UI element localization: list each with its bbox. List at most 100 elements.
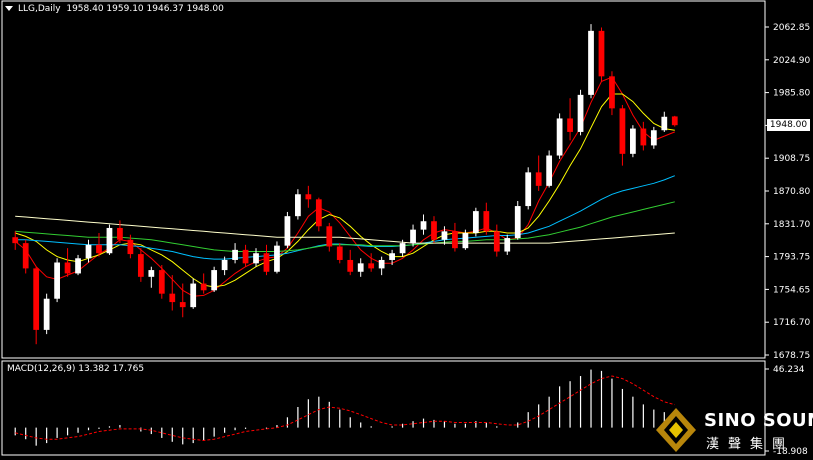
- candle-body: [525, 172, 532, 207]
- macd-signal-line: [15, 375, 675, 442]
- price-tick-label: 2024.90: [773, 56, 810, 66]
- candle-body: [158, 270, 165, 294]
- candle-body: [441, 231, 448, 240]
- candle: [546, 150, 553, 188]
- candle: [54, 258, 60, 303]
- candle-body: [650, 130, 657, 146]
- candle: [75, 254, 81, 276]
- candle: [609, 71, 615, 116]
- candle-body: [420, 221, 427, 230]
- candle: [96, 233, 102, 257]
- candle: [504, 234, 511, 255]
- candle-body: [221, 259, 228, 271]
- candle: [472, 207, 479, 237]
- candle-body: [378, 259, 385, 269]
- macd-header: MACD(12,26,9) 13.382 17.765: [7, 364, 145, 374]
- candle: [483, 202, 490, 235]
- candle-body: [640, 128, 647, 146]
- chart-menu-arrow-icon[interactable]: [5, 6, 13, 11]
- price-tick-label: 1716.70: [773, 318, 810, 328]
- candle-body: [452, 231, 458, 249]
- candle-body: [399, 243, 406, 254]
- candle: [431, 216, 437, 244]
- candle-body: [609, 76, 615, 109]
- candle-body: [546, 155, 553, 186]
- candle: [295, 189, 301, 220]
- candle: [326, 222, 333, 252]
- price-tick-label: 1908.75: [773, 154, 810, 164]
- candle-body: [347, 259, 354, 272]
- main-panel-border: [1, 0, 766, 359]
- candle-body: [462, 233, 469, 249]
- candle-body: [43, 298, 50, 330]
- candle-body: [12, 237, 19, 244]
- moving-average-line: [15, 175, 675, 260]
- candle: [514, 201, 521, 240]
- candle: [556, 113, 563, 159]
- candle: [33, 266, 40, 345]
- candle-body: [567, 118, 573, 132]
- candle: [22, 239, 29, 274]
- candle: [535, 155, 542, 191]
- candle-body: [117, 227, 123, 240]
- price-tick-label: 2062.85: [773, 23, 810, 33]
- candle: [671, 115, 678, 127]
- moving-average-line: [15, 93, 675, 288]
- candle: [284, 211, 291, 249]
- candle: [232, 243, 238, 264]
- candle-body: [22, 243, 29, 269]
- candle: [378, 256, 385, 276]
- candle-body: [315, 199, 322, 227]
- candle-body: [137, 254, 144, 277]
- candle-body: [263, 253, 270, 272]
- candle-body: [200, 283, 207, 291]
- chart-frame: 2062.85 2024.90 1985.80 1908.75 1870.80 1831.…: [1, 0, 810, 457]
- candle: [169, 275, 176, 311]
- candle-body: [535, 172, 542, 186]
- moving-average-layer: [14, 76, 675, 297]
- candle-body: [33, 268, 40, 330]
- candle-body: [75, 258, 81, 274]
- price-tick-label: 1754.65: [773, 285, 810, 295]
- candlestick-series: [12, 24, 678, 345]
- candle-body: [472, 211, 479, 234]
- candle-body: [493, 231, 500, 252]
- candle: [137, 248, 144, 282]
- candle-body: [410, 229, 416, 244]
- price-tick-label: 1870.80: [773, 187, 810, 197]
- candle: [315, 197, 322, 232]
- candle-body: [431, 221, 437, 240]
- candle: [567, 98, 573, 141]
- price-axis: 2062.85 2024.90 1985.80 1908.75 1870.80 1831.…: [765, 23, 810, 361]
- candle-body: [127, 239, 134, 255]
- candle: [274, 241, 280, 274]
- candle: [640, 121, 647, 151]
- candle-body: [106, 227, 113, 254]
- candle: [452, 222, 458, 252]
- candle-body: [357, 263, 364, 272]
- macd-tick-label: 46.234: [773, 365, 805, 375]
- candle: [368, 253, 375, 272]
- logo-text: SINO SOUND: [704, 410, 813, 431]
- candle-body: [504, 238, 511, 252]
- candle-body: [169, 293, 176, 303]
- price-tick-label: 1793.75: [773, 253, 810, 263]
- candle: [661, 111, 668, 132]
- candle-body: [54, 262, 60, 299]
- candle-body: [577, 94, 584, 132]
- candle-body: [671, 116, 678, 126]
- candle: [190, 278, 197, 309]
- moving-average-line: [14, 76, 675, 297]
- candle-body: [326, 226, 333, 247]
- candle-body: [96, 244, 102, 254]
- candle: [148, 266, 155, 288]
- candle: [650, 126, 657, 149]
- candle: [305, 185, 312, 208]
- candle-body: [305, 194, 312, 200]
- candle: [106, 224, 113, 255]
- current-price-marker: 1948.00: [767, 119, 810, 131]
- candle-body: [514, 206, 521, 239]
- candle: [43, 293, 50, 335]
- candle-body: [85, 244, 92, 259]
- candle-body: [295, 194, 301, 217]
